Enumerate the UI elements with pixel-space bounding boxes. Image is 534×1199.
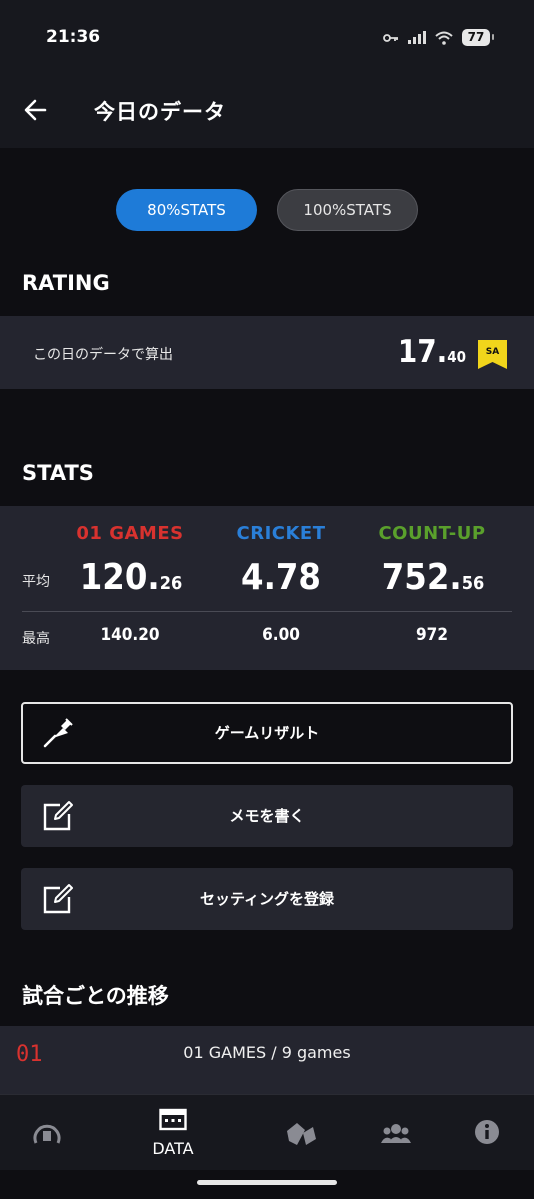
- calendar-icon: [159, 1108, 187, 1131]
- nav-dartboard[interactable]: [278, 1095, 324, 1171]
- stats-header-cricket: CRICKET: [236, 523, 326, 544]
- home-indicator[interactable]: [197, 1180, 337, 1185]
- rating-value-int: 17.: [397, 334, 448, 370]
- transition-row-01-games[interactable]: 01 01 GAMES / 9 games: [0, 1026, 534, 1094]
- stats-100-toggle[interactable]: 100%STATS: [277, 189, 418, 231]
- rating-row: この日のデータで算出 17.40: [0, 316, 534, 389]
- stats-divider: [22, 611, 512, 612]
- max-label: 最高: [22, 631, 50, 647]
- rating-section-title: RATING: [22, 271, 110, 295]
- nav-friends[interactable]: [376, 1095, 416, 1171]
- avg-count-up: 752.56: [348, 557, 518, 598]
- avg-01-games-dec: 26: [159, 573, 183, 594]
- wifi-icon: [435, 31, 453, 45]
- rating-class-badge: SA: [478, 340, 507, 369]
- bottom-nav: DATA: [0, 1094, 534, 1170]
- home-icon: [33, 1124, 61, 1144]
- rating-row-label: この日のデータで算出: [33, 347, 173, 363]
- avg-count-up-dec: 56: [461, 573, 485, 594]
- write-memo-button[interactable]: メモを書く: [21, 785, 513, 847]
- back-arrow-icon: [24, 99, 47, 121]
- register-setting-button[interactable]: セッティングを登録: [21, 868, 513, 930]
- avg-cricket: 4.78: [196, 557, 366, 598]
- nav-data-label: DATA: [152, 1139, 194, 1158]
- key-icon: [383, 33, 398, 42]
- avg-01-games-int: 120.: [79, 557, 160, 598]
- status-time: 21:36: [46, 27, 101, 47]
- info-icon: [475, 1120, 499, 1144]
- game-result-label: ゲームリザルト: [214, 724, 320, 742]
- home-indicator-area: [0, 1170, 534, 1199]
- signal-icon: [408, 31, 426, 44]
- nav-info[interactable]: [470, 1095, 504, 1171]
- battery-indicator: 77: [462, 29, 494, 46]
- back-button[interactable]: [20, 94, 52, 126]
- page-title: 今日のデータ: [94, 100, 226, 124]
- transition-section-title: 試合ごとの推移: [22, 984, 169, 1008]
- status-icons: 77: [383, 29, 494, 46]
- register-setting-label: セッティングを登録: [199, 890, 335, 908]
- status-bar: 21:36 77: [0, 0, 534, 70]
- nav-data[interactable]: DATA: [133, 1095, 213, 1171]
- rating-badge-text: SA: [486, 347, 499, 357]
- max-cricket: 6.00: [262, 625, 300, 645]
- rating-value-dec: 40: [447, 348, 466, 366]
- write-memo-label: メモを書く: [229, 807, 305, 825]
- app-header: 今日のデータ: [0, 70, 534, 148]
- avg-cricket-int: 4.78: [241, 557, 321, 598]
- max-count-up: 972: [416, 625, 448, 645]
- stats-section-title: STATS: [22, 461, 94, 485]
- nav-home[interactable]: [22, 1095, 72, 1171]
- avg-count-up-int: 752.: [381, 557, 462, 598]
- max-01-games: 140.20: [100, 625, 160, 645]
- transition-label: 01 GAMES / 9 games: [183, 1043, 351, 1062]
- stats-80-toggle[interactable]: 80%STATS: [116, 189, 257, 231]
- friends-icon: [381, 1124, 411, 1143]
- game-result-button[interactable]: ゲームリザルト: [21, 702, 513, 764]
- stats-header-01-games: 01 GAMES: [76, 523, 184, 544]
- rating-value: 17.40: [398, 334, 466, 370]
- avg-01-games: 120.26: [46, 557, 216, 598]
- dartboard-icon: [287, 1123, 316, 1145]
- stats-header-count-up: COUNT-UP: [378, 523, 486, 544]
